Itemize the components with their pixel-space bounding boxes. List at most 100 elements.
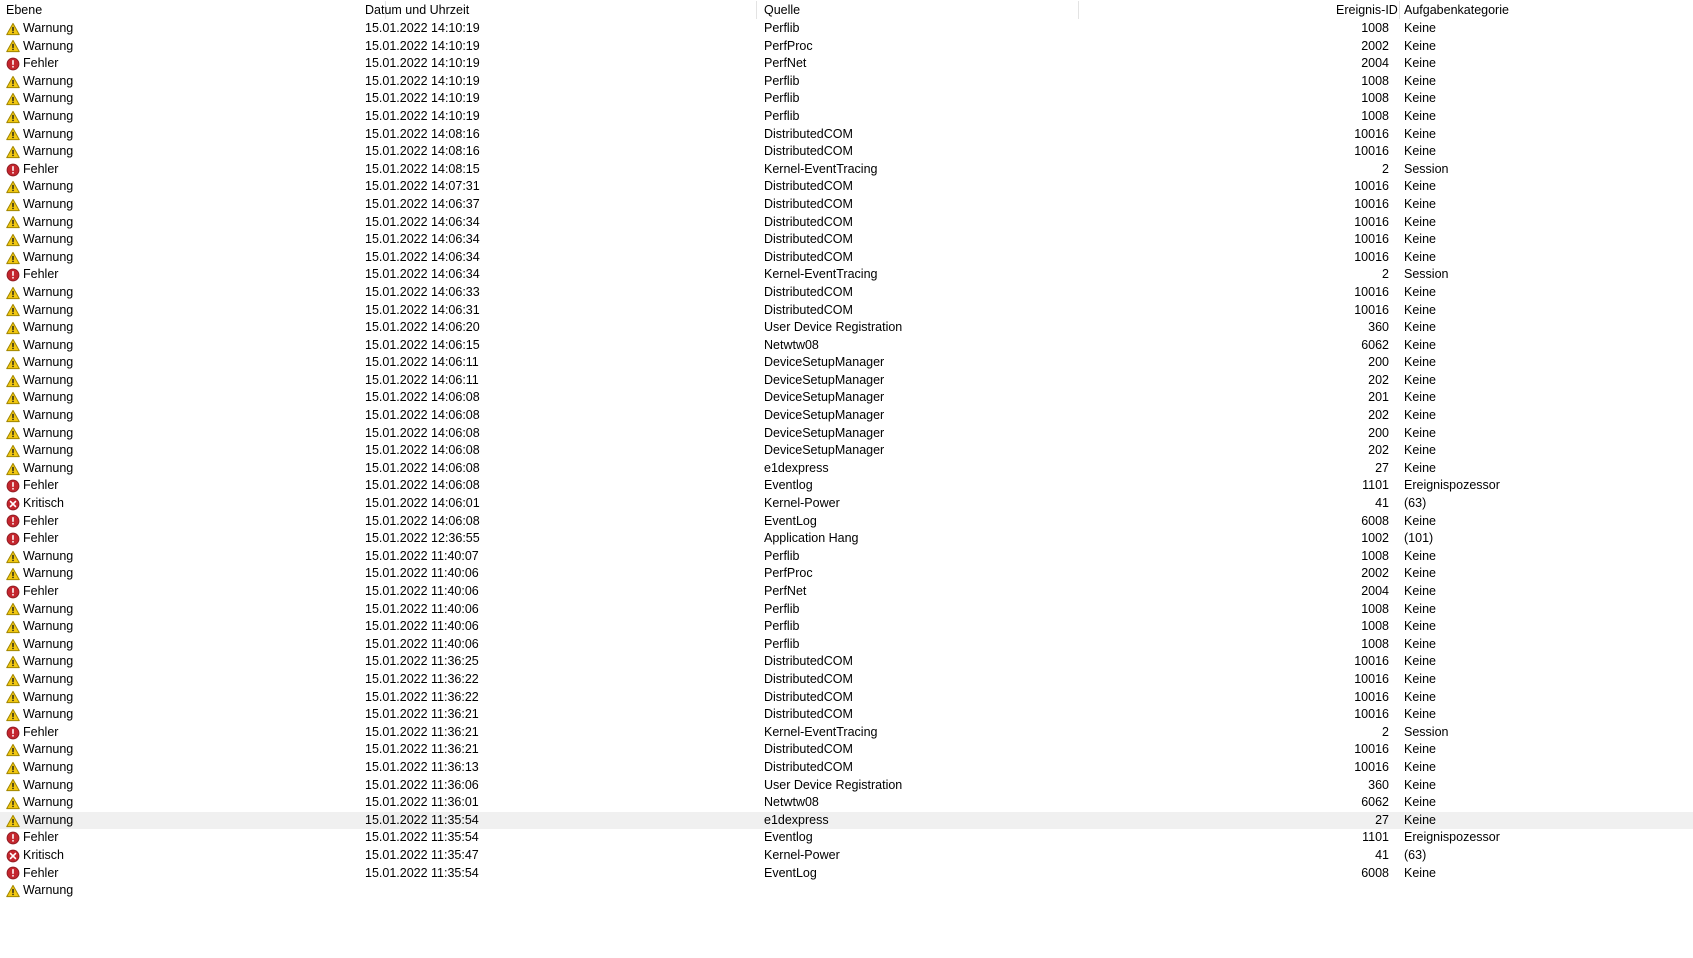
event-row[interactable]: Warnung 15.01.2022 11:40:06 Perflib 1008 Kei…: [0, 601, 1693, 619]
event-row[interactable]: Warnung 15.01.2022 14:08:16 DistributedCOM…: [0, 126, 1693, 144]
warning-icon: [6, 602, 20, 616]
event-datetime-cell: 15.01.2022 11:36:22: [365, 671, 479, 686]
event-source-cell: Eventlog: [764, 830, 813, 845]
event-row[interactable]: Warnung 15.01.2022 11:36:01 Netwtw08 6062 Ke…: [0, 794, 1693, 812]
event-level-cell: Warnung: [6, 777, 73, 795]
event-row[interactable]: Warnung 15.01.2022 14:06:31 DistributedCOM…: [0, 302, 1693, 320]
event-level-cell: Warnung: [6, 706, 73, 724]
event-row[interactable]: Fehler 15.01.2022 11:35:54 Eventlog 1101 Ere…: [0, 829, 1693, 847]
event-source-cell: PerfProc: [764, 566, 813, 581]
event-row[interactable]: Fehler 15.01.2022 11:40:06 PerfNet 2004 Kein…: [0, 583, 1693, 601]
event-row[interactable]: Warnung 15.01.2022 11:36:21 DistributedCOM…: [0, 706, 1693, 724]
table-header-row[interactable]: Ebene Datum und Uhrzeit Quelle Ereignis-…: [0, 0, 1693, 20]
event-list-body[interactable]: Warnung 15.01.2022 14:10:19 Perflib 1008 Kei…: [0, 20, 1693, 958]
event-datetime-cell: 15.01.2022 11:36:21: [365, 707, 479, 722]
event-task-category-cell: Keine: [1404, 408, 1436, 423]
event-row[interactable]: Kritisch 15.01.2022 14:06:01 Kernel-Power 4…: [0, 495, 1693, 513]
event-source-cell: DeviceSetupManager: [764, 372, 885, 387]
event-task-category-cell: Keine: [1404, 759, 1436, 774]
column-header-ebene[interactable]: Ebene: [6, 2, 42, 18]
event-row[interactable]: Warnung 15.01.2022 11:40:06 PerfProc 2002 Ke…: [0, 565, 1693, 583]
event-row[interactable]: Warnung 15.01.2022 14:07:31 DistributedCOM…: [0, 178, 1693, 196]
event-level-label: Warnung: [23, 355, 74, 370]
event-row[interactable]: Warnung 15.01.2022 14:10:19 PerfProc 2002 Ke…: [0, 38, 1693, 56]
event-level-label: Warnung: [23, 601, 74, 616]
warning-icon: [6, 110, 20, 124]
event-row[interactable]: Warnung 15.01.2022 14:06:11 DeviceSetupMan…: [0, 372, 1693, 390]
event-id-cell: 1101: [1362, 830, 1389, 845]
event-row[interactable]: Fehler 15.01.2022 14:06:34 Kernel-EventTra…: [0, 266, 1693, 284]
event-row[interactable]: Warnung 15.01.2022 14:06:08 DeviceSetupMan…: [0, 442, 1693, 460]
event-level-cell: Warnung: [6, 284, 73, 302]
event-row[interactable]: Fehler 15.01.2022 14:06:08 EventLog 6008 Kei…: [0, 513, 1693, 531]
event-row[interactable]: Warnung 15.01.2022 14:06:33 DistributedCOM…: [0, 284, 1693, 302]
event-level-cell: Warnung: [6, 565, 73, 583]
event-row[interactable]: Fehler 15.01.2022 11:36:21 Kernel-EventTra…: [0, 724, 1693, 742]
event-row[interactable]: Kritisch 15.01.2022 11:35:47 Kernel-Power 4…: [0, 847, 1693, 865]
column-divider-2[interactable]: [756, 1, 757, 19]
event-id-cell: 1008: [1361, 21, 1389, 35]
event-id-cell: 1008: [1361, 601, 1389, 616]
event-row[interactable]: Warnung 15.01.2022 14:10:19 Perflib 1008 Kei…: [0, 20, 1693, 38]
event-row[interactable]: Warnung 15.01.2022 11:40:06 Perflib 1008 Kei…: [0, 618, 1693, 636]
event-row[interactable]: Warnung 15.01.2022 11:36:13 DistributedCOM…: [0, 759, 1693, 777]
column-header-aufgabenkategorie[interactable]: Aufgabenkategorie: [1404, 2, 1509, 18]
event-row[interactable]: Warnung 15.01.2022 14:06:08 DeviceSetupMan…: [0, 425, 1693, 443]
event-row[interactable]: Warnung 15.01.2022 11:40:06 Perflib 1008 Kei…: [0, 636, 1693, 654]
event-level-label: Fehler: [23, 513, 59, 528]
event-row[interactable]: Fehler 15.01.2022 14:08:15 Kernel-EventTra…: [0, 161, 1693, 179]
event-row[interactable]: Warnung 15.01.2022 11:36:06 User Device Re…: [0, 777, 1693, 795]
event-level-cell: Warnung: [6, 90, 73, 108]
event-source-cell: DistributedCOM: [764, 302, 853, 317]
event-datetime-cell: 15.01.2022 14:10:19: [365, 56, 480, 71]
event-row[interactable]: Warnung 15.01.2022 14:06:34 DistributedCOM…: [0, 249, 1693, 267]
event-id-cell: 41: [1375, 496, 1389, 511]
event-level-label: Fehler: [23, 478, 59, 493]
event-level-cell: Fehler: [6, 477, 58, 495]
event-row[interactable]: Warnung 15.01.2022 14:06:15 Netwtw08 6062 Ke…: [0, 337, 1693, 355]
event-row[interactable]: Warnung 15.01.2022 11:35:54 e1dexpress 27 Ke…: [0, 811, 1693, 830]
event-level-label: Warnung: [23, 795, 74, 810]
event-id-cell: 200: [1368, 425, 1389, 440]
event-row[interactable]: Warnung 15.01.2022 14:06:08 DeviceSetupMan…: [0, 389, 1693, 407]
event-datetime-cell: 15.01.2022 14:06:34: [365, 214, 480, 229]
event-row[interactable]: Warnung 15.01.2022 11:36:25 DistributedCOM…: [0, 653, 1693, 671]
column-header-datum-und-uhrzeit[interactable]: Datum und Uhrzeit: [365, 2, 469, 18]
event-source-cell: Perflib: [764, 91, 800, 106]
event-row[interactable]: Warnung: [0, 882, 1693, 900]
event-row[interactable]: Warnung 15.01.2022 14:06:08 e1dexpress 27 Ke…: [0, 460, 1693, 478]
event-row[interactable]: Warnung 15.01.2022 14:10:19 Perflib 1008 Kei…: [0, 108, 1693, 126]
event-row[interactable]: Fehler 15.01.2022 14:10:19 PerfNet 2004 Kein…: [0, 55, 1693, 73]
event-level-cell: Fehler: [6, 266, 58, 284]
event-source-cell: EventLog: [764, 865, 817, 880]
warning-icon: [6, 409, 20, 423]
event-row[interactable]: Warnung 15.01.2022 14:06:34 DistributedCOM…: [0, 231, 1693, 249]
column-header-quelle[interactable]: Quelle: [764, 2, 800, 18]
event-datetime-cell: 15.01.2022 14:10:19: [365, 73, 480, 88]
event-row[interactable]: Warnung 15.01.2022 11:40:07 Perflib 1008 Kei…: [0, 548, 1693, 566]
warning-icon: [6, 233, 20, 247]
column-divider-3[interactable]: [1078, 1, 1079, 19]
event-id-cell: 6008: [1361, 865, 1389, 880]
event-task-category-cell: Keine: [1404, 795, 1436, 810]
event-row[interactable]: Warnung 15.01.2022 14:06:37 DistributedCOM…: [0, 196, 1693, 214]
event-id-cell: 6008: [1361, 513, 1389, 528]
event-row[interactable]: Warnung 15.01.2022 14:10:19 Perflib 1008 Kei…: [0, 73, 1693, 91]
event-datetime-cell: 15.01.2022 14:06:31: [365, 302, 480, 317]
event-row[interactable]: Warnung 15.01.2022 14:08:16 DistributedCOM…: [0, 143, 1693, 161]
column-header-ereignis-id[interactable]: Ereignis-ID: [1336, 2, 1398, 18]
event-row[interactable]: Warnung 15.01.2022 14:06:08 DeviceSetupMan…: [0, 407, 1693, 425]
event-row[interactable]: Warnung 15.01.2022 11:36:22 DistributedCOM…: [0, 689, 1693, 707]
event-row[interactable]: Fehler 15.01.2022 12:36:55 Application Han…: [0, 530, 1693, 548]
event-level-label: Warnung: [23, 408, 74, 423]
column-divider-4[interactable]: [1399, 1, 1400, 19]
event-row[interactable]: Warnung 15.01.2022 14:06:20 User Device Re…: [0, 319, 1693, 337]
event-row[interactable]: Warnung 15.01.2022 11:36:22 DistributedCOM…: [0, 671, 1693, 689]
event-level-cell: Warnung: [6, 143, 73, 161]
event-row[interactable]: Fehler 15.01.2022 14:06:08 Eventlog 1101 Ere…: [0, 477, 1693, 495]
event-row[interactable]: Fehler 15.01.2022 11:35:54 EventLog 6008 Kei…: [0, 865, 1693, 883]
event-row[interactable]: Warnung 15.01.2022 11:36:21 DistributedCOM…: [0, 741, 1693, 759]
event-row[interactable]: Warnung 15.01.2022 14:06:34 DistributedCOM…: [0, 214, 1693, 232]
event-row[interactable]: Warnung 15.01.2022 14:06:11 DeviceSetupMan…: [0, 354, 1693, 372]
event-row[interactable]: Warnung 15.01.2022 14:10:19 Perflib 1008 Kei…: [0, 90, 1693, 108]
